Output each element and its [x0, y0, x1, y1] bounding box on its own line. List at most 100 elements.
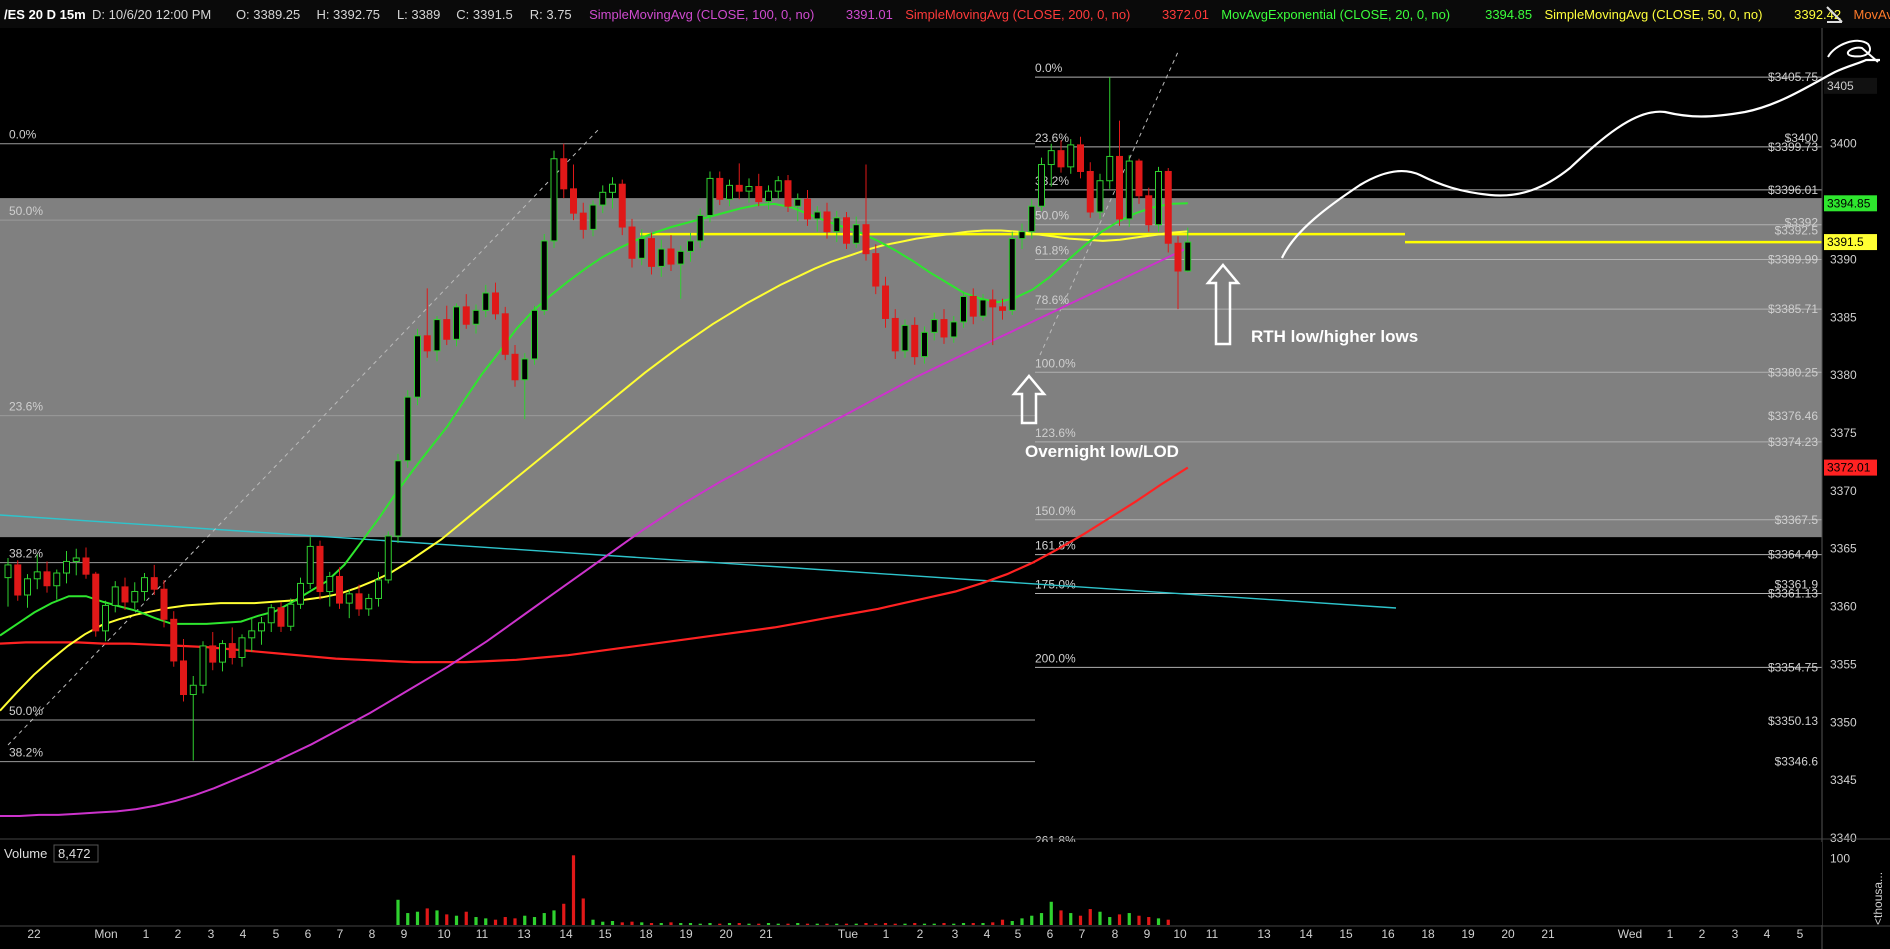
candle-body[interactable] [579, 212, 587, 230]
volume-bar[interactable] [1108, 917, 1112, 925]
volume-bar[interactable] [523, 915, 527, 925]
volume-bar[interactable] [815, 923, 819, 925]
candle-body[interactable] [1086, 170, 1094, 213]
candle-body[interactable] [531, 309, 538, 360]
candle-body[interactable] [1174, 242, 1182, 272]
volume-bar[interactable] [669, 922, 673, 925]
volume-bar[interactable] [415, 911, 420, 925]
candle-body[interactable] [365, 597, 373, 610]
candle-body[interactable] [72, 557, 80, 562]
volume-bar[interactable] [893, 923, 897, 925]
volume-bar[interactable] [542, 913, 546, 925]
candle-body[interactable] [1116, 155, 1123, 220]
candle-body[interactable] [267, 607, 275, 624]
candle-body[interactable] [940, 319, 948, 338]
candle-body[interactable] [1184, 241, 1192, 272]
candle-body[interactable] [696, 214, 704, 242]
volume-bar[interactable] [718, 923, 722, 925]
candle-body[interactable] [306, 545, 314, 584]
candle-body[interactable] [560, 158, 568, 190]
candle-body[interactable] [1106, 155, 1114, 182]
candle-body[interactable] [43, 571, 51, 587]
volume-bar[interactable] [688, 923, 693, 925]
candle-body[interactable] [92, 573, 100, 632]
candle-body[interactable] [1038, 164, 1045, 207]
candle-body[interactable] [804, 198, 811, 220]
candle-body[interactable] [989, 299, 997, 308]
candle-body[interactable] [862, 224, 870, 255]
candle-body[interactable] [706, 177, 714, 216]
volume-bar[interactable] [932, 923, 936, 925]
volume-bar[interactable] [786, 923, 790, 925]
candle-body[interactable] [882, 285, 889, 319]
candle-body[interactable] [482, 292, 490, 311]
candle-body[interactable] [716, 177, 724, 200]
volume-bar[interactable] [737, 923, 741, 925]
candle-body[interactable] [969, 295, 977, 317]
candle-body[interactable] [433, 319, 441, 352]
volume-bar[interactable] [1078, 915, 1083, 925]
candle-body[interactable] [131, 591, 139, 603]
candle-body[interactable] [891, 317, 899, 352]
candle-body[interactable] [1067, 144, 1075, 168]
volume-bar[interactable] [532, 917, 537, 925]
candle-body[interactable] [921, 331, 928, 358]
volume-bar[interactable] [1059, 910, 1063, 925]
volume-bar[interactable] [874, 923, 878, 925]
candle-body[interactable] [657, 248, 665, 267]
candle-body[interactable] [765, 190, 772, 203]
plot-area[interactable]: 0.0%50.0%23.6%38.2%50.0%38.2%0.0%23.6%38… [0, 28, 1822, 868]
volume-bar[interactable] [981, 923, 985, 925]
time-axis[interactable]: 22 Mon 1 2 3 4 5 6 7 8 9 10 11 13 14 15 18 19 20 21 Tue 1 2 3 4 5… [0, 925, 1890, 941]
candle-body[interactable] [1008, 238, 1016, 311]
volume-bar[interactable] [961, 923, 966, 925]
volume-bar[interactable] [1088, 909, 1092, 925]
volume-bar[interactable] [601, 921, 605, 925]
volume-bar[interactable] [610, 921, 615, 925]
volume-bar[interactable] [659, 923, 663, 925]
candle-body[interactable] [1125, 160, 1133, 220]
candle-body[interactable] [462, 306, 470, 325]
volume-bar[interactable] [503, 917, 507, 925]
volume-bar[interactable] [913, 923, 917, 925]
candle-body[interactable] [82, 557, 90, 575]
volume-bar[interactable] [971, 923, 975, 925]
candle-body[interactable] [355, 593, 363, 610]
volume-bar[interactable] [1049, 901, 1053, 925]
candle-body[interactable] [277, 607, 285, 627]
volume-bar[interactable] [1147, 917, 1151, 925]
candle-body[interactable] [1047, 150, 1055, 166]
candle-body[interactable] [979, 299, 987, 317]
candle-body[interactable] [180, 660, 187, 696]
candle-body[interactable] [384, 535, 392, 581]
volume-bar[interactable] [484, 918, 488, 925]
candle-body[interactable] [336, 575, 343, 604]
volume-bar[interactable] [1039, 913, 1044, 925]
candle-body[interactable] [111, 586, 119, 606]
price-chart[interactable]: /ES 20 D 15m D: 10/6/20 12:00 PM O: 3389.2… [0, 0, 1890, 949]
candle-body[interactable] [4, 564, 12, 579]
volume-bar[interactable] [562, 903, 566, 925]
candle-body[interactable] [1145, 195, 1153, 226]
candle-body[interactable] [121, 586, 129, 603]
candle-body[interactable] [1164, 170, 1172, 244]
price-axis[interactable]: 3340 3345 3350 3355 3360 3365 3370 3375 3380 3385… [1821, 28, 1890, 949]
volume-bar[interactable] [679, 923, 683, 925]
volume-bar[interactable] [757, 923, 761, 925]
candle-body[interactable] [833, 217, 841, 233]
volume-bar[interactable] [649, 923, 654, 925]
volume-bar[interactable] [474, 917, 478, 925]
candle-body[interactable] [667, 248, 675, 265]
volume-bar[interactable] [952, 923, 956, 925]
volume-bar[interactable] [620, 922, 624, 925]
candle-body[interactable] [248, 630, 256, 639]
volume-bar[interactable] [864, 923, 868, 925]
candle-body[interactable] [404, 396, 412, 462]
candle-body[interactable] [677, 250, 685, 265]
volume-bar[interactable] [630, 921, 634, 925]
candle-body[interactable] [745, 186, 753, 192]
volume-bar[interactable] [1030, 915, 1034, 925]
volume-bar[interactable] [922, 923, 927, 925]
candle-body[interactable] [1018, 231, 1026, 240]
volume-bar[interactable] [776, 923, 780, 925]
